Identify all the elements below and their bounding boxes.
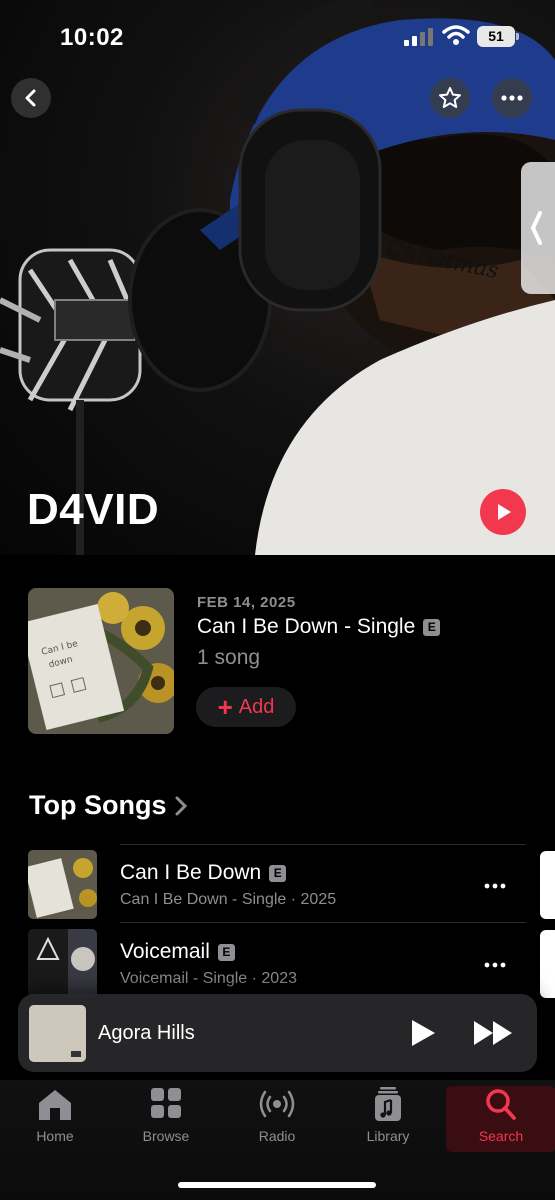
song-cover-image bbox=[28, 929, 97, 998]
now-playing-bar[interactable]: Agora Hills bbox=[18, 994, 537, 1072]
wifi-icon bbox=[442, 25, 470, 45]
radio-icon bbox=[259, 1090, 295, 1118]
explicit-badge: E bbox=[423, 618, 441, 636]
tab-browse[interactable]: Browse bbox=[111, 1086, 221, 1152]
play-icon bbox=[412, 1020, 435, 1046]
divider bbox=[120, 922, 526, 923]
artist-name: D4VID bbox=[27, 485, 160, 534]
tab-home[interactable]: Home bbox=[0, 1086, 110, 1152]
now-playing-cover-image bbox=[29, 1005, 86, 1062]
play-artist-button[interactable] bbox=[480, 489, 526, 535]
ellipsis-icon bbox=[484, 883, 506, 889]
chevron-right-icon bbox=[175, 796, 188, 815]
release-title-row[interactable]: Can I Be Down - Single E bbox=[197, 615, 441, 639]
song-title-row: Can I Be Down E bbox=[120, 861, 287, 885]
tab-radio[interactable]: Radio bbox=[222, 1086, 332, 1152]
search-icon bbox=[486, 1089, 516, 1120]
song-subtitle: Voicemail - Single · 2023 bbox=[120, 970, 297, 987]
song-title: Voicemail bbox=[120, 940, 210, 963]
song-more-button[interactable] bbox=[484, 948, 506, 974]
status-bar: 10:02 51 bbox=[0, 0, 555, 74]
explicit-badge: E bbox=[269, 864, 287, 882]
home-indicator bbox=[178, 1182, 376, 1188]
add-release-button[interactable]: + Add bbox=[196, 687, 296, 727]
song-row[interactable]: Can I Be Down E Can I Be Down - Single ·… bbox=[0, 845, 555, 921]
chevron-left-icon bbox=[25, 89, 36, 107]
tab-label: Radio bbox=[258, 1128, 296, 1144]
ellipsis-icon bbox=[501, 95, 523, 101]
tab-label: Browse bbox=[142, 1128, 190, 1144]
next-page-peek bbox=[540, 930, 555, 998]
ellipsis-icon bbox=[484, 962, 506, 968]
now-playing-artwork bbox=[29, 1005, 86, 1062]
browse-grid-icon bbox=[151, 1088, 181, 1118]
chevron-left-icon bbox=[530, 211, 542, 245]
cellular-signal-icon bbox=[404, 28, 433, 46]
tab-label: Library bbox=[366, 1128, 410, 1144]
release-artwork[interactable]: Can I be down bbox=[28, 588, 174, 734]
battery-indicator: 51 bbox=[477, 26, 519, 47]
song-subtitle: Can I Be Down - Single · 2025 bbox=[120, 891, 337, 908]
release-date: FEB 14, 2025 bbox=[197, 594, 296, 611]
status-time: 10:02 bbox=[60, 24, 124, 51]
side-panel-handle[interactable] bbox=[521, 162, 555, 294]
song-row[interactable]: Voicemail E Voicemail - Single · 2023 bbox=[0, 924, 555, 1000]
tab-label: Home bbox=[36, 1128, 74, 1144]
tab-library[interactable]: Library bbox=[333, 1086, 443, 1152]
tab-label: Search bbox=[478, 1128, 524, 1144]
fast-forward-icon bbox=[474, 1021, 512, 1045]
artist-photo: Christmas bbox=[0, 0, 555, 555]
play-button[interactable] bbox=[408, 1018, 438, 1053]
song-cover-image bbox=[28, 850, 97, 919]
song-more-button[interactable] bbox=[484, 869, 506, 895]
add-label: Add bbox=[238, 695, 275, 718]
favorite-button[interactable] bbox=[430, 78, 470, 118]
star-icon bbox=[439, 87, 461, 108]
song-artwork bbox=[28, 929, 97, 998]
library-icon bbox=[375, 1087, 401, 1121]
song-title-row: Voicemail E bbox=[120, 940, 235, 964]
plus-icon: + bbox=[217, 692, 233, 722]
back-button[interactable] bbox=[11, 78, 51, 118]
explicit-badge: E bbox=[217, 943, 235, 961]
top-songs-title: Top Songs bbox=[29, 790, 167, 820]
song-title: Can I Be Down bbox=[120, 861, 262, 884]
more-options-button[interactable] bbox=[492, 78, 532, 118]
release-title: Can I Be Down - Single bbox=[197, 615, 416, 638]
tab-search[interactable]: Search bbox=[446, 1086, 555, 1152]
play-icon bbox=[498, 504, 511, 520]
now-playing-title: Agora Hills bbox=[98, 1022, 195, 1044]
top-songs-header[interactable]: Top Songs bbox=[29, 790, 188, 821]
release-song-count: 1 song bbox=[197, 646, 261, 669]
home-icon bbox=[39, 1090, 71, 1120]
album-cover-image: Can I be down bbox=[28, 588, 174, 734]
skip-forward-button[interactable] bbox=[472, 1018, 516, 1053]
song-artwork bbox=[28, 850, 97, 919]
next-page-peek bbox=[540, 851, 555, 919]
artist-hero: Christmas bbox=[0, 0, 555, 555]
